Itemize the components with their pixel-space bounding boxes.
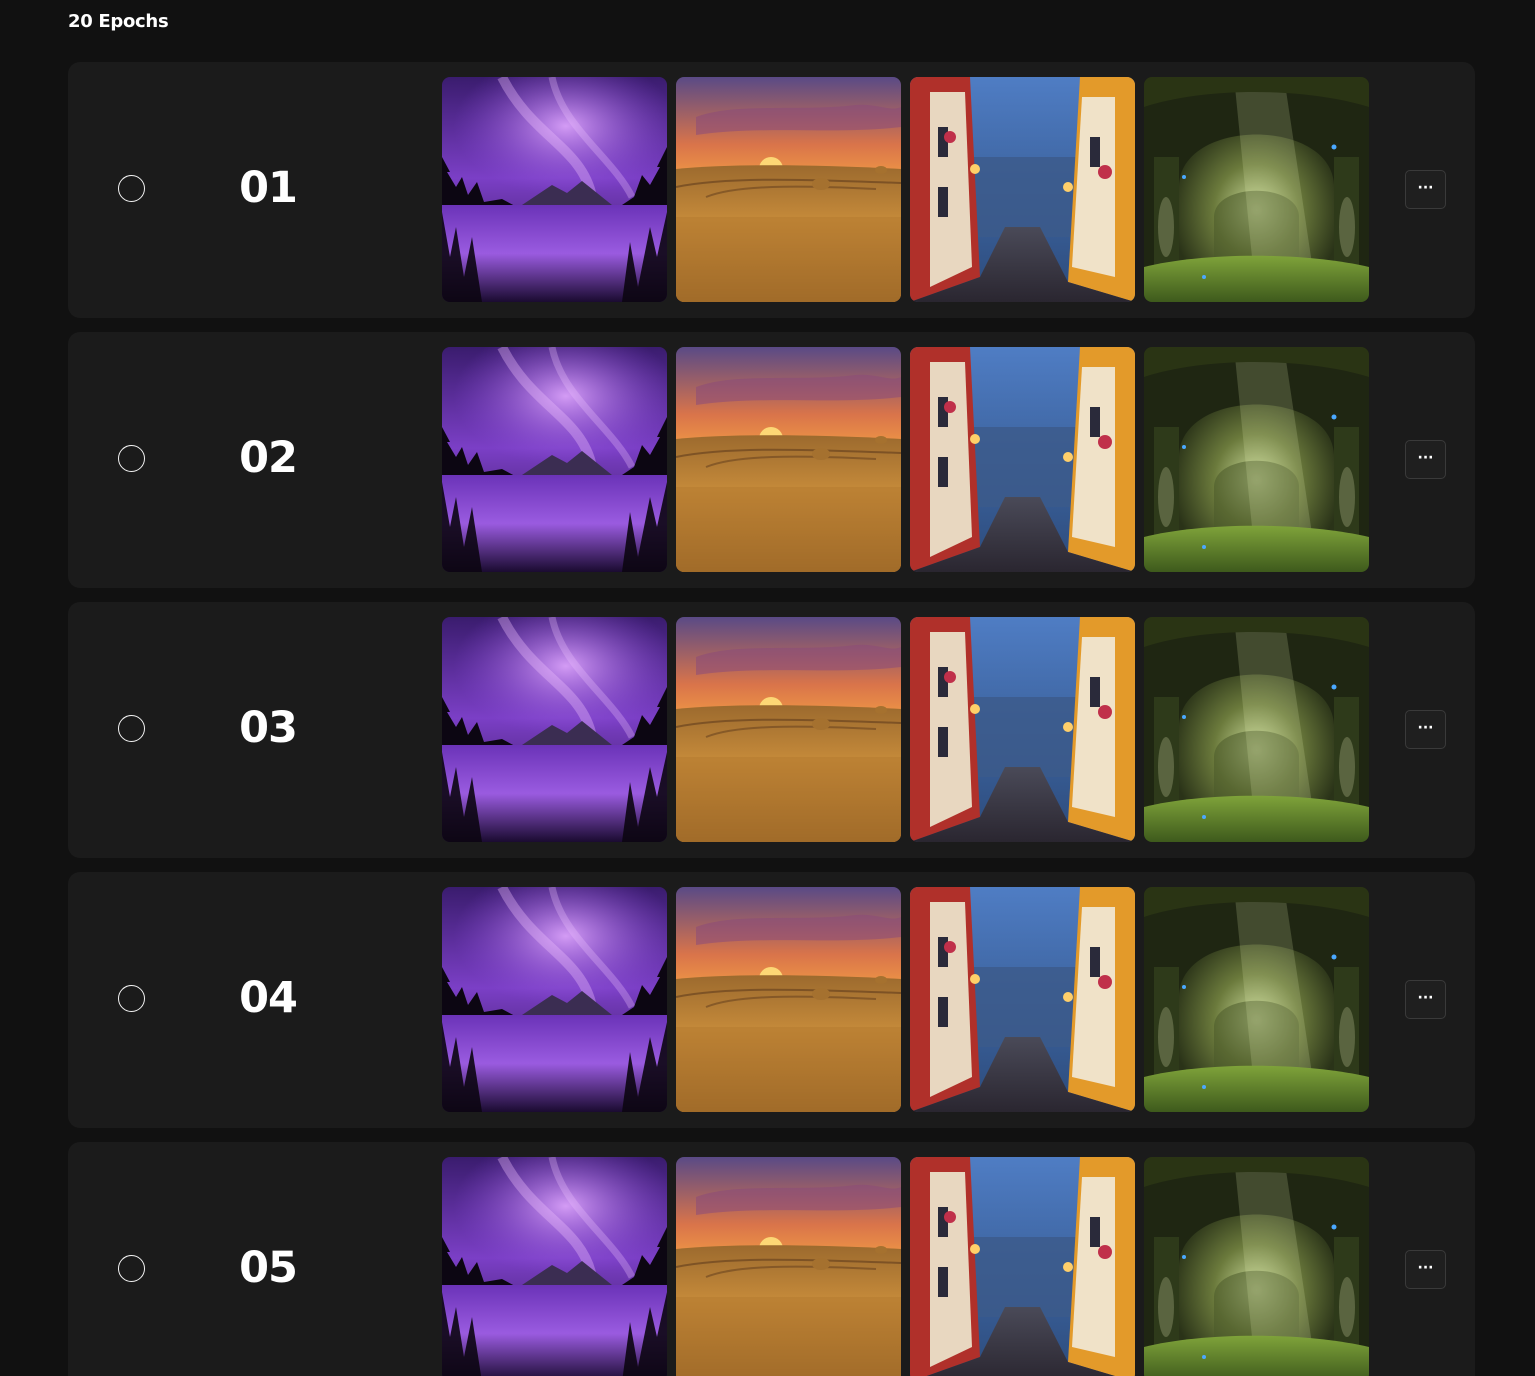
village-street-dusk-image[interactable] — [910, 887, 1135, 1112]
sunset-wheat-field-image[interactable] — [676, 347, 901, 572]
aurora-lake-image[interactable] — [442, 347, 667, 572]
more-options-button[interactable]: ··· — [1405, 170, 1446, 209]
epoch-row: 03 ··· — [68, 602, 1475, 858]
more-options-button[interactable]: ··· — [1405, 440, 1446, 479]
epoch-thumbnails — [442, 347, 1369, 572]
mossy-garden-archway-image[interactable] — [1144, 347, 1369, 572]
mossy-garden-archway-image[interactable] — [1144, 617, 1369, 842]
epoch-thumbnails — [442, 77, 1369, 302]
more-options-button[interactable]: ··· — [1405, 710, 1446, 749]
epoch-number: 03 — [239, 703, 298, 753]
mossy-garden-archway-image[interactable] — [1144, 77, 1369, 302]
sunset-wheat-field-image[interactable] — [676, 617, 901, 842]
village-street-dusk-image[interactable] — [910, 77, 1135, 302]
sunset-wheat-field-image[interactable] — [676, 887, 901, 1112]
epoch-row: 02 ··· — [68, 332, 1475, 588]
epoch-select-radio[interactable] — [118, 985, 145, 1012]
epoch-row: 01 ··· — [68, 62, 1475, 318]
epoch-number: 02 — [239, 433, 298, 483]
epoch-select-radio[interactable] — [118, 715, 145, 742]
epoch-thumbnails — [442, 617, 1369, 842]
epoch-list: 01 ··· 02 ··· 03 ··· 04 ··· 05 ··· — [68, 62, 1475, 1376]
epoch-select-radio[interactable] — [118, 445, 145, 472]
mossy-garden-archway-image[interactable] — [1144, 887, 1369, 1112]
aurora-lake-image[interactable] — [442, 1157, 667, 1376]
section-title: 20 Epochs — [68, 11, 169, 32]
aurora-lake-image[interactable] — [442, 77, 667, 302]
epoch-row: 04 ··· — [68, 872, 1475, 1128]
epoch-row: 05 ··· — [68, 1142, 1475, 1376]
epoch-select-radio[interactable] — [118, 175, 145, 202]
epoch-select-radio[interactable] — [118, 1255, 145, 1282]
mossy-garden-archway-image[interactable] — [1144, 1157, 1369, 1376]
village-street-dusk-image[interactable] — [910, 1157, 1135, 1376]
epoch-thumbnails — [442, 1157, 1369, 1376]
village-street-dusk-image[interactable] — [910, 347, 1135, 572]
epoch-number: 05 — [239, 1243, 298, 1293]
epochs-page: 20 Epochs 01 ··· 02 ··· 03 ··· 04 ··· 05… — [0, 0, 1535, 1376]
village-street-dusk-image[interactable] — [910, 617, 1135, 842]
more-options-button[interactable]: ··· — [1405, 1250, 1446, 1289]
sunset-wheat-field-image[interactable] — [676, 1157, 901, 1376]
epoch-number: 01 — [239, 163, 298, 213]
aurora-lake-image[interactable] — [442, 617, 667, 842]
aurora-lake-image[interactable] — [442, 887, 667, 1112]
sunset-wheat-field-image[interactable] — [676, 77, 901, 302]
epoch-number: 04 — [239, 973, 298, 1023]
epoch-thumbnails — [442, 887, 1369, 1112]
more-options-button[interactable]: ··· — [1405, 980, 1446, 1019]
